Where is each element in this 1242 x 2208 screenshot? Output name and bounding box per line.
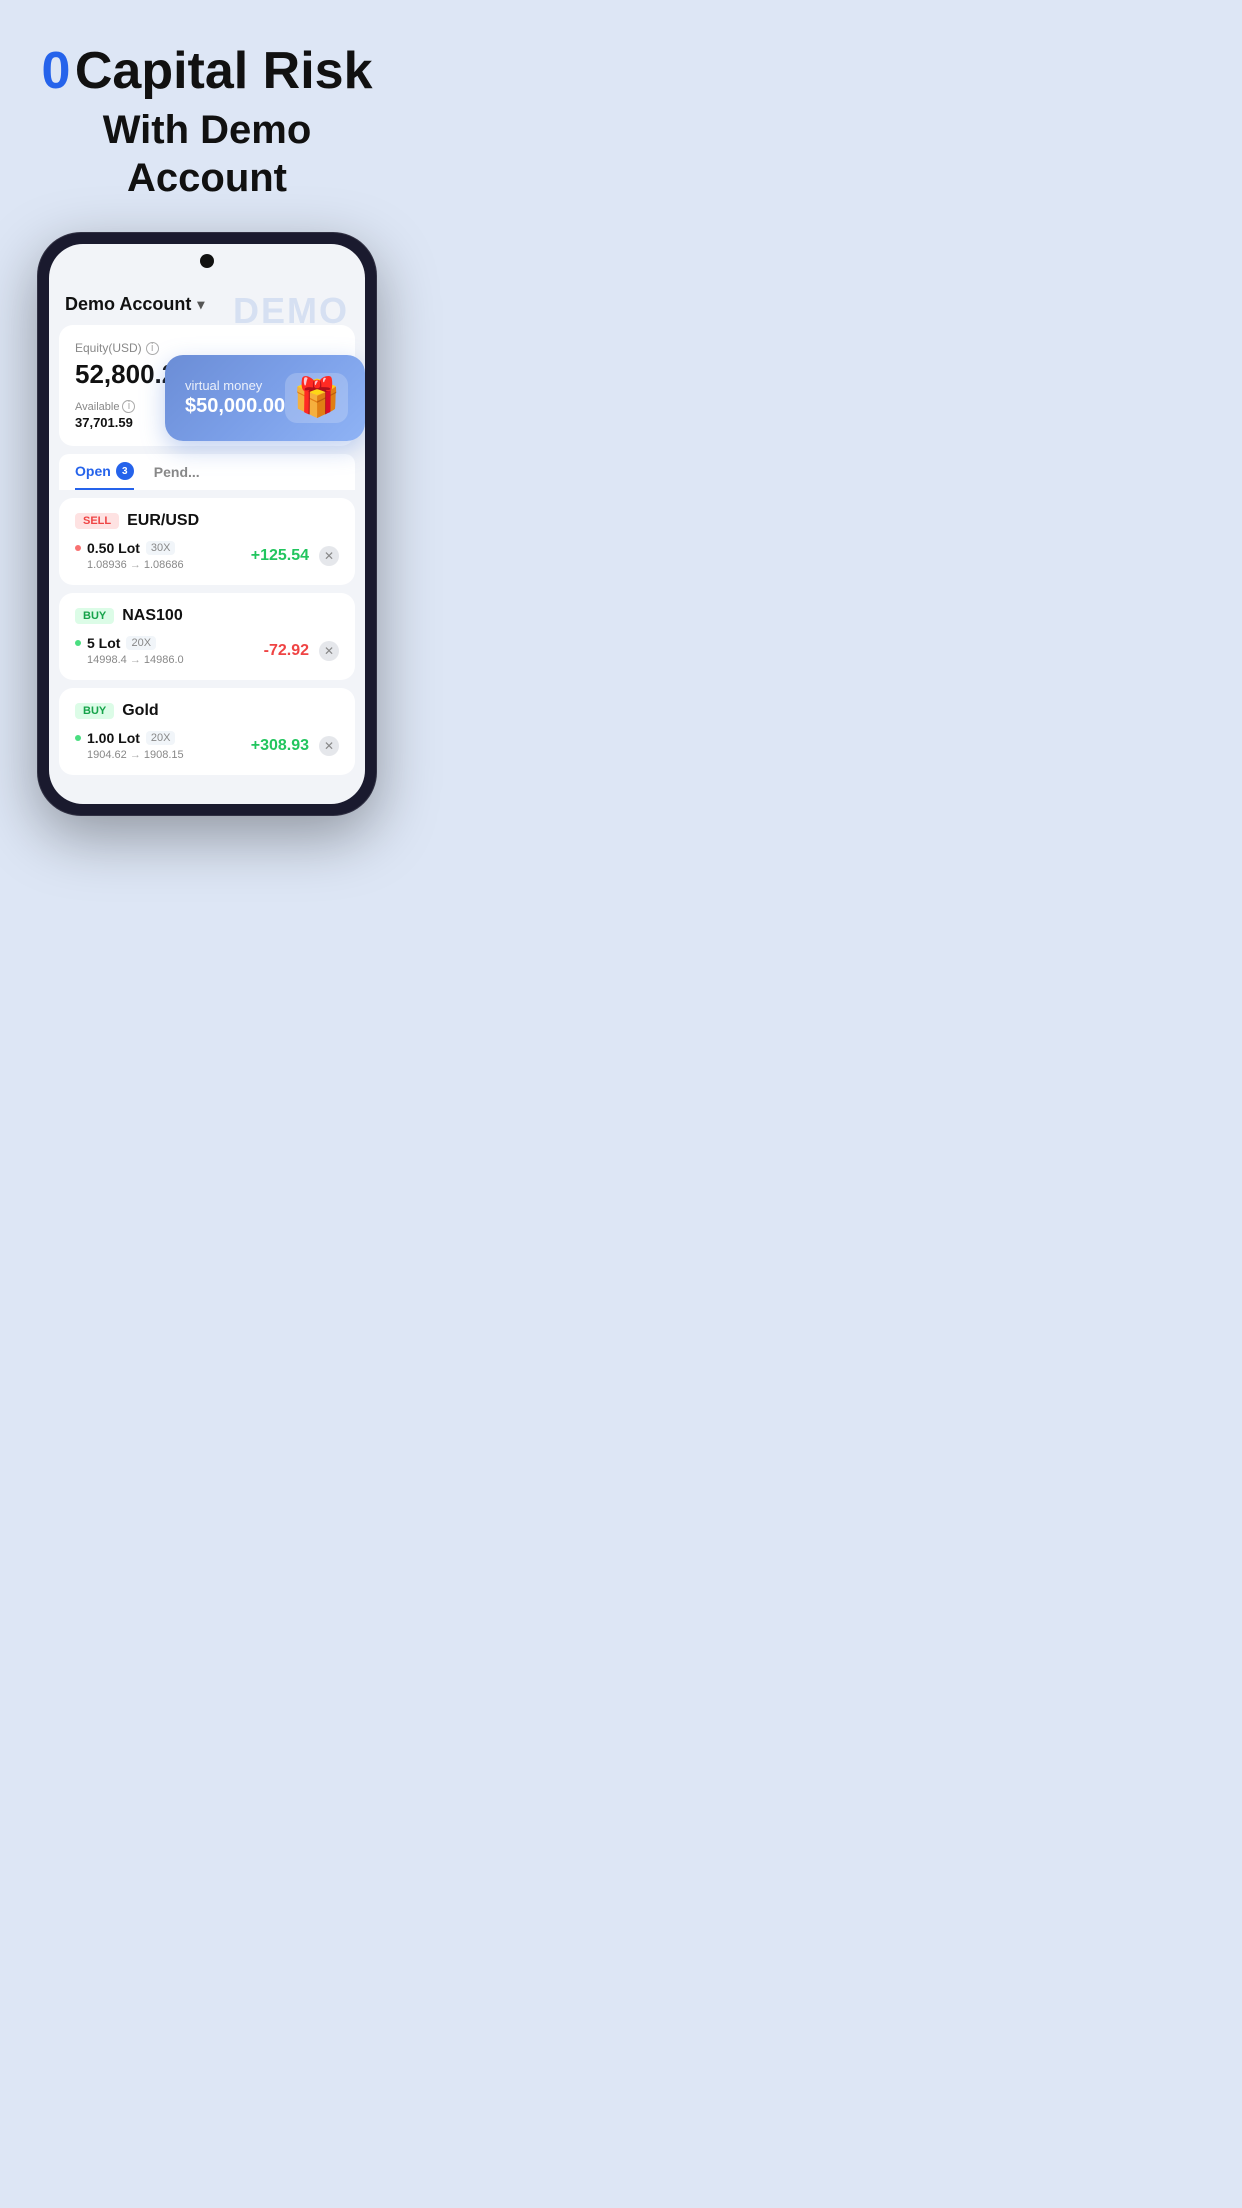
equity-card: Equity(USD) i 52,800.21 +360.55 Availabl…: [59, 325, 355, 446]
lot-value: 5 Lot: [87, 635, 120, 651]
chevron-down-icon: ▾: [197, 296, 204, 313]
tab-open[interactable]: Open 3: [75, 462, 134, 490]
trade-details-nas100: 5 Lot 20X 14998.4 → 14986.0 -72.92 ✕: [75, 635, 339, 666]
close-trade-button-eurusd[interactable]: ✕: [319, 546, 339, 566]
available-item: Available i 37,701.59: [75, 400, 135, 430]
trade-card-nas100: Buy NAS100 5 Lot 20X 14998.4 → 14986.0: [59, 593, 355, 680]
trade-symbol-gold: Gold: [122, 702, 158, 720]
leverage: 20X: [126, 636, 156, 650]
leverage: 30X: [146, 541, 176, 555]
trade-card-eurusd: Sell EUR/USD 0.50 Lot 30X 1.08936 → 1.08…: [59, 498, 355, 585]
open-count-badge: 3: [116, 462, 134, 480]
leverage: 20X: [146, 731, 176, 745]
trade-header-nas100: Buy NAS100: [75, 607, 339, 625]
equity-info-icon[interactable]: i: [146, 342, 159, 355]
trade-symbol-nas100: NAS100: [122, 607, 182, 625]
tab-pending[interactable]: Pend...: [154, 462, 200, 490]
hero-title1: Capital Risk: [75, 42, 373, 100]
trade-right-gold: +308.93 ✕: [251, 736, 339, 756]
close-trade-button-gold[interactable]: ✕: [319, 736, 339, 756]
equity-label: Equity(USD) i: [75, 341, 339, 355]
trade-header-eurusd: Sell EUR/USD: [75, 512, 339, 530]
trade-type-buy: Buy: [75, 608, 114, 624]
account-name-label[interactable]: Demo Account ▾: [65, 294, 204, 315]
available-value: 37,701.59: [75, 415, 135, 430]
gift-icon: 🎁: [285, 373, 348, 423]
virtual-money-amount: $50,000.00: [185, 395, 285, 418]
camera-notch: [200, 254, 214, 268]
trade-header-gold: Buy Gold: [75, 702, 339, 720]
pnl-eurusd: +125.54: [251, 547, 309, 565]
screen-content: Demo Account ▾ DEMO Equity(USD) i 52,800…: [49, 244, 365, 804]
dot-icon: [75, 735, 81, 741]
close-trade-button-nas100[interactable]: ✕: [319, 641, 339, 661]
trade-details-eurusd: 0.50 Lot 30X 1.08936 → 1.08686 +125.54 ✕: [75, 540, 339, 571]
trade-details-gold: 1.00 Lot 20X 1904.62 → 1908.15 +308.93 ✕: [75, 730, 339, 761]
trade-symbol-eurusd: EUR/USD: [127, 512, 199, 530]
trade-type-sell: Sell: [75, 513, 119, 529]
trade-left-nas100: 5 Lot 20X 14998.4 → 14986.0: [75, 635, 184, 666]
price-route: 1904.62 → 1908.15: [87, 749, 184, 761]
trade-right-nas100: -72.92 ✕: [264, 641, 339, 661]
trade-right-eurusd: +125.54 ✕: [251, 546, 339, 566]
pnl-nas100: -72.92: [264, 642, 309, 660]
dot-icon: [75, 640, 81, 646]
phone-screen: Demo Account ▾ DEMO Equity(USD) i 52,800…: [49, 244, 365, 804]
trade-left-eurusd: 0.50 Lot 30X 1.08936 → 1.08686: [75, 540, 184, 571]
virtual-money-label: virtual money: [185, 378, 285, 393]
hero-subtitle: With Demo Account: [20, 106, 394, 202]
trade-left-gold: 1.00 Lot 20X 1904.62 → 1908.15: [75, 730, 184, 761]
price-route: 14998.4 → 14986.0: [87, 654, 184, 666]
trade-type-buy: Buy: [75, 703, 114, 719]
pnl-gold: +308.93: [251, 737, 309, 755]
price-route: 1.08936 → 1.08686: [87, 559, 184, 571]
available-info-icon[interactable]: i: [122, 400, 135, 413]
virtual-card: virtual money $50,000.00 🎁: [165, 355, 365, 441]
dot-icon: [75, 545, 81, 551]
lot-value: 0.50 Lot: [87, 540, 140, 556]
tabs-bar: Open 3 Pend...: [59, 454, 355, 490]
virtual-text: virtual money $50,000.00: [185, 378, 285, 418]
hero-section: 0 Capital Risk With Demo Account: [20, 40, 394, 202]
account-header: Demo Account ▾ DEMO: [49, 280, 365, 325]
hero-zero: 0: [41, 42, 70, 100]
phone-frame: Demo Account ▾ DEMO Equity(USD) i 52,800…: [37, 232, 377, 816]
lot-value: 1.00 Lot: [87, 730, 140, 746]
trade-card-gold: Buy Gold 1.00 Lot 20X 1904.62 → 1908.15: [59, 688, 355, 775]
